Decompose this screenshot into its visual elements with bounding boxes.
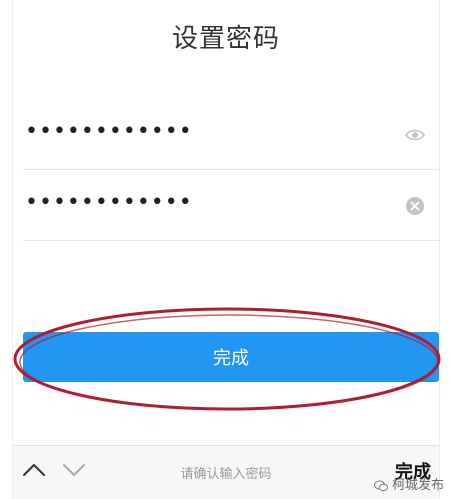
password-field[interactable]: •••••••••••• — [23, 101, 439, 170]
watermark: 柯城发布 — [373, 474, 444, 493]
eye-icon[interactable] — [405, 125, 425, 145]
done-button[interactable]: 完成 — [23, 332, 439, 382]
confirm-password-field[interactable]: •••••••••••• — [23, 172, 439, 241]
watermark-text: 柯城发布 — [391, 478, 444, 493]
page-title: 设置密码 — [171, 24, 280, 54]
password-input-value: •••••••••••• — [25, 119, 193, 144]
wechat-icon — [373, 480, 388, 491]
confirm-password-input-value: •••••••••••• — [25, 190, 193, 215]
phone-screen: 设置密码 •••••••••••• •••••••••••• 完成 请确认输入密… — [12, 0, 440, 499]
clear-icon[interactable] — [405, 196, 425, 216]
